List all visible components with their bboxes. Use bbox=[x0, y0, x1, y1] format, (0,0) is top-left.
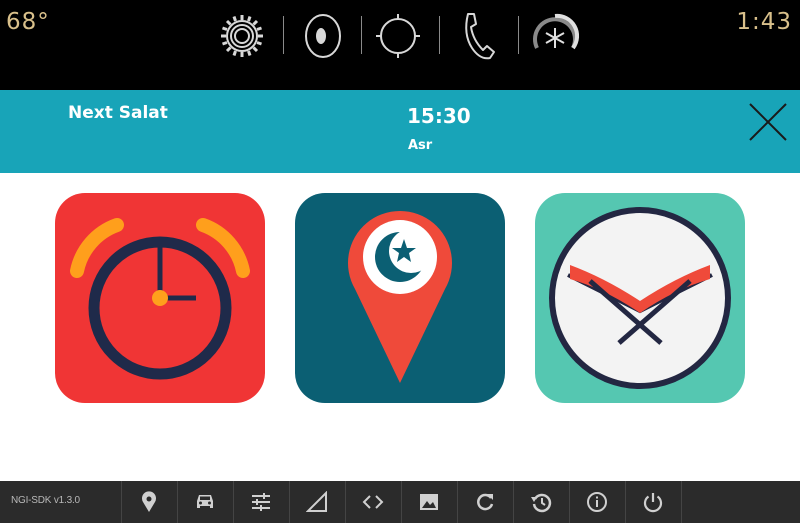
signal-icon[interactable] bbox=[289, 481, 345, 523]
close-button[interactable] bbox=[746, 100, 790, 144]
sdk-version: NGI-SDK v1.3.0 bbox=[11, 495, 80, 506]
clock-readout: 1:43 bbox=[736, 9, 792, 35]
salat-prayer-name: Asr bbox=[408, 138, 433, 153]
climate-fan-icon[interactable] bbox=[527, 8, 583, 64]
sliders-icon[interactable] bbox=[233, 481, 289, 523]
temperature-readout: 68° bbox=[6, 9, 50, 35]
mosque-locator-tile[interactable] bbox=[295, 193, 505, 403]
status-divider bbox=[361, 16, 362, 54]
close-icon bbox=[749, 103, 787, 141]
status-divider bbox=[283, 16, 284, 54]
alarm-clock-icon bbox=[70, 218, 250, 380]
toolbar-divider bbox=[681, 481, 682, 523]
code-icon[interactable] bbox=[345, 481, 401, 523]
phone-icon[interactable] bbox=[450, 8, 506, 64]
crescent-star-pin-icon bbox=[348, 210, 452, 383]
location-pin-icon[interactable] bbox=[121, 481, 177, 523]
history-icon[interactable] bbox=[513, 481, 569, 523]
image-icon[interactable] bbox=[401, 481, 457, 523]
navigation-icon[interactable] bbox=[370, 8, 426, 64]
quran-tile[interactable] bbox=[535, 193, 745, 403]
info-icon[interactable] bbox=[569, 481, 625, 523]
status-divider bbox=[439, 16, 440, 54]
refresh-icon[interactable] bbox=[457, 481, 513, 523]
next-salat-label: Next Salat bbox=[68, 103, 168, 123]
alarm-clock-tile[interactable] bbox=[55, 193, 265, 403]
salat-time: 15:30 bbox=[407, 104, 471, 128]
car-icon[interactable] bbox=[177, 481, 233, 523]
settings-gear-icon[interactable] bbox=[214, 8, 270, 64]
quran-book-icon bbox=[549, 207, 731, 389]
power-icon[interactable] bbox=[625, 481, 681, 523]
status-divider bbox=[518, 16, 519, 54]
speaker-icon[interactable] bbox=[295, 8, 351, 64]
